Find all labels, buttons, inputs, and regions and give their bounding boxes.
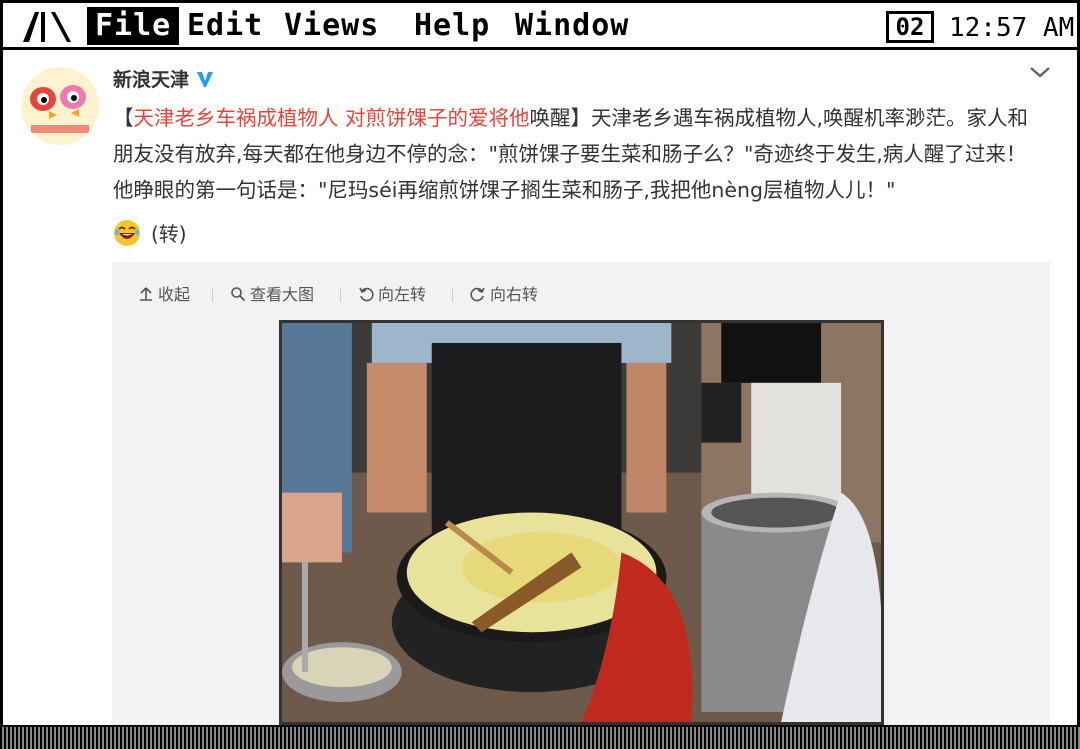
window-number-badge[interactable]: 02 <box>886 11 934 43</box>
menu-edit[interactable]: Edit <box>179 7 271 45</box>
rotate-right-label: 向右转 <box>490 285 539 304</box>
post-text: 【天津老乡车祸成植物人 对煎饼馃子的爱将他唤醒】天津老乡遇车祸成植物人,唤醒机率… <box>113 100 1043 208</box>
post-photo[interactable] <box>279 320 884 725</box>
app-logo-icon[interactable] <box>17 8 77 44</box>
toolbar-divider <box>340 288 341 302</box>
collapse-icon <box>140 287 152 301</box>
rotate-left-label: 向左转 <box>378 285 427 304</box>
rotate-right-button[interactable]: 向右转 <box>470 282 538 308</box>
post-text-bracket: 【 <box>113 106 134 130</box>
rotate-left-icon <box>359 287 374 302</box>
post-footer-line: (转) <box>113 218 187 250</box>
collapse-label: 收起 <box>158 285 191 304</box>
author-name[interactable]: 新浪天津 <box>113 66 215 94</box>
window-bottom-edge <box>0 725 1080 749</box>
chevron-down-icon[interactable] <box>1028 62 1052 82</box>
menu-views[interactable]: Views <box>276 7 387 45</box>
toolbar-divider <box>452 288 453 302</box>
author-name-label: 新浪天津 <box>113 69 190 91</box>
view-large-label: 查看大图 <box>250 285 315 304</box>
view-large-button[interactable]: 查看大图 <box>230 282 314 308</box>
menu-file[interactable]: File <box>87 7 180 45</box>
search-icon <box>231 287 246 302</box>
avatar[interactable] <box>21 67 99 145</box>
laughing-emoji-icon <box>113 219 141 247</box>
rotate-left-button[interactable]: 向左转 <box>358 282 426 308</box>
jianbing-stall-image <box>282 323 881 722</box>
collapse-button[interactable]: 收起 <box>138 282 190 308</box>
media-panel: 收起 查看大图 向左转 向右转 <box>112 262 1050 725</box>
toolbar-divider <box>212 288 213 302</box>
menu-bar: File Edit Views Help Window 02 12:57 AM <box>0 0 1080 50</box>
menu-window[interactable]: Window <box>507 7 637 45</box>
repost-note: (转) <box>151 222 187 246</box>
avatar-logo-icon <box>21 67 99 145</box>
rotate-right-icon <box>470 287 485 302</box>
topic-link[interactable]: 天津老乡车祸成植物人 对煎饼馃子的爱将他 <box>134 106 530 130</box>
verified-icon <box>195 69 215 89</box>
clock: 12:57 AM <box>949 13 1075 43</box>
menu-help[interactable]: Help <box>406 7 498 45</box>
